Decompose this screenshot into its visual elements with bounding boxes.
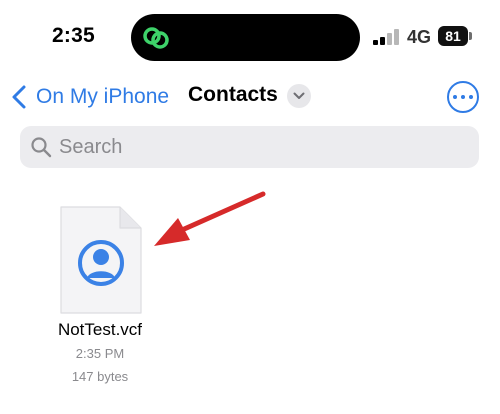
battery-cap [469,32,472,40]
dynamic-island [131,14,360,61]
title-menu-button[interactable] [287,84,311,108]
status-time: 2:35 [52,24,95,47]
chevron-left-icon [12,85,26,109]
contact-card-document-icon [60,206,142,314]
file-size: 147 bytes [71,369,129,384]
file-item[interactable]: NotTest.vcf 2:35 PM 147 bytes [40,200,160,400]
back-button[interactable]: On My iPhone [10,82,169,112]
network-type: 4G [407,27,432,47]
file-name: NotTest.vcf [57,320,143,339]
file-modified-time: 2:35 PM [75,346,125,361]
search-placeholder: Search [59,135,123,158]
battery-level: 81 [445,28,461,44]
search-input[interactable]: Search [20,126,479,168]
more-options-button[interactable] [447,81,479,113]
ellipsis-icon [453,95,457,99]
cellular-signal-icon [373,29,401,45]
battery-icon: 81 [438,26,468,46]
link-icon [143,27,169,49]
red-arrow-annotation [154,191,266,246]
back-label: On My iPhone [36,85,170,108]
page-title[interactable]: Contacts [188,83,278,107]
chevron-down-icon [293,92,305,99]
search-icon [31,137,52,158]
